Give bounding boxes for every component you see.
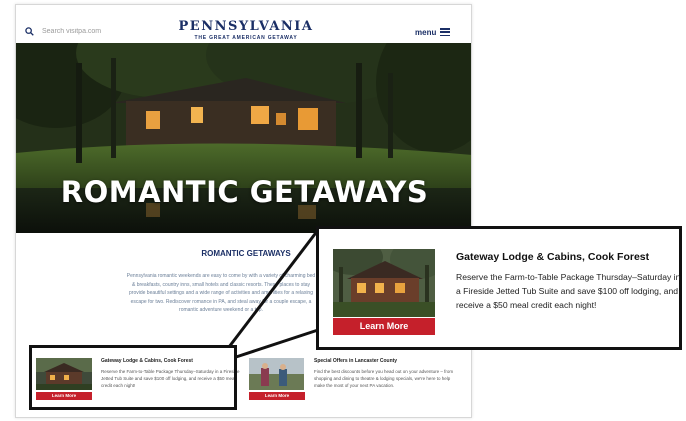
zoomed-callout: Learn More Gateway Lodge & Cabins, Cook … [316,226,682,350]
logo-tagline: THE GREAT AMERICAN GETAWAY [194,35,298,41]
card-description: Reserve the Farm-to-Table Package Thursd… [101,369,240,388]
learn-more-button[interactable]: Learn More [36,392,92,400]
hero-title: ROMANTIC GETAWAYS [60,175,429,209]
menu-label: menu [415,27,437,37]
hero-banner: ROMANTIC GETAWAYS [16,43,471,233]
gateway-lodge-photo[interactable] [333,249,435,317]
callout-title[interactable]: Gateway Lodge & Cabins, Cook Forest [456,251,681,263]
learn-more-button-zoomed[interactable]: Learn More [333,318,435,335]
site-logo[interactable]: PENNSYLVANIA THE GREAT AMERICAN GETAWAY [176,19,316,42]
browser-page: PENNSYLVANIA THE GREAT AMERICAN GETAWAY … [15,4,472,418]
search-input[interactable] [42,24,152,38]
card-title[interactable]: Special Offers in Lancaster County [314,358,454,364]
lancaster-thumbnail[interactable] [249,358,304,390]
card-title[interactable]: Gateway Lodge & Cabins, Cook Forest [101,358,241,364]
hamburger-icon [440,28,451,36]
offer-card-gateway-lodge: Learn More Gateway Lodge & Cabins, Cook … [36,354,244,414]
card-description: Find the best discounts before you head … [314,369,454,388]
section-intro: Pennsylvania romantic weekends are easy … [126,273,316,313]
menu-button[interactable]: menu [415,25,451,39]
callout-description: Reserve the Farm-to-Table Package Thursd… [456,272,681,310]
logo-wordmark: PENNSYLVANIA [178,19,314,34]
search-icon[interactable] [25,27,34,36]
gateway-lodge-thumbnail[interactable] [36,358,92,390]
offer-card-lancaster: Learn More Special Offers in Lancaster C… [249,354,464,414]
learn-more-button[interactable]: Learn More [249,392,305,400]
